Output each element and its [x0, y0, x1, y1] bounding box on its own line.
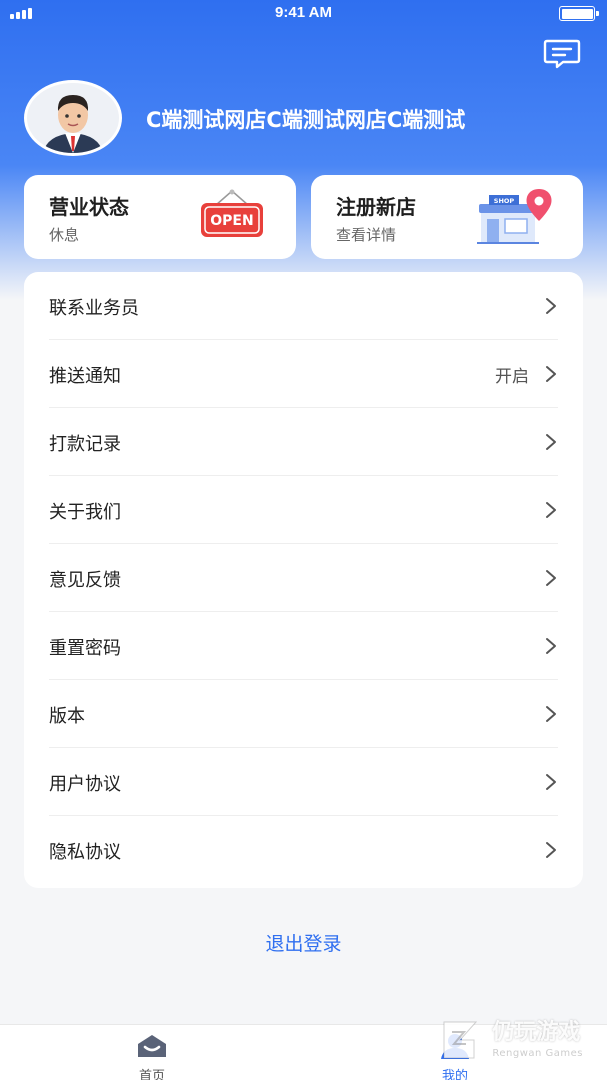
- menu-item-about-us[interactable]: 关于我们: [49, 476, 558, 544]
- watermark-logo-icon: [443, 1021, 478, 1059]
- menu-item-label: 重置密码: [49, 638, 121, 659]
- menu-item-label: 关于我们: [49, 502, 121, 523]
- menu-item-privacy-agreement[interactable]: 隐私协议: [49, 816, 558, 884]
- chevron-right-icon: [546, 434, 556, 450]
- chevron-right-icon: [546, 638, 556, 654]
- menu-item-label: 版本: [49, 706, 85, 727]
- open-sign-text: OPEN: [210, 213, 253, 229]
- menu-item-payment-records[interactable]: 打款记录: [49, 408, 558, 476]
- message-icon[interactable]: [543, 38, 581, 70]
- menu-item-feedback[interactable]: 意见反馈: [49, 544, 558, 612]
- tab-home-label: 首页: [138, 1069, 165, 1080]
- menu-item-contact-salesperson[interactable]: 联系业务员: [49, 272, 558, 340]
- menu-item-label: 联系业务员: [49, 298, 139, 319]
- card-subtitle: 休息: [49, 226, 80, 244]
- shop-pin-icon: SHOP: [477, 187, 553, 251]
- menu-item-user-agreement[interactable]: 用户协议: [49, 748, 558, 816]
- watermark-subtitle: Rengwan Games: [492, 1048, 583, 1059]
- tab-home[interactable]: 首页: [112, 1033, 192, 1080]
- home-icon: [138, 1035, 166, 1057]
- chevron-right-icon: [546, 570, 556, 586]
- business-status-card[interactable]: 营业状态 休息 OPEN: [24, 175, 296, 259]
- watermark-title: 仍玩游戏: [492, 1020, 581, 1045]
- chevron-right-icon: [546, 298, 556, 314]
- card-title: 营业状态: [49, 195, 129, 219]
- card-title: 注册新店: [336, 195, 416, 219]
- menu-item-label: 隐私协议: [49, 842, 121, 863]
- status-bar: 9:41 AM: [0, 0, 607, 28]
- menu-item-label: 打款记录: [49, 434, 121, 455]
- tab-mine-label: 我的: [441, 1069, 468, 1080]
- push-notification-value: 开启: [495, 367, 529, 387]
- chevron-right-icon: [546, 502, 556, 518]
- chevron-right-icon: [546, 774, 556, 790]
- status-time: 9:41 AM: [275, 4, 332, 21]
- menu-item-version[interactable]: 版本: [49, 680, 558, 748]
- settings-menu: 联系业务员 推送通知 开启 打款记录 关于我们 意见反馈 重置密码 版本 用户协…: [24, 272, 583, 888]
- chevron-right-icon: [546, 706, 556, 722]
- menu-item-label: 意见反馈: [49, 570, 121, 591]
- shop-name: C端测试网店C端测试网店C端测试: [146, 108, 466, 132]
- shop-sign-text: SHOP: [494, 197, 515, 205]
- avatar[interactable]: [24, 80, 122, 156]
- card-subtitle: 查看详情: [336, 226, 397, 244]
- chevron-right-icon: [546, 842, 556, 858]
- menu-item-push-notification[interactable]: 推送通知 开启: [49, 340, 558, 408]
- menu-item-label: 用户协议: [49, 774, 121, 795]
- register-shop-card[interactable]: 注册新店 查看详情 SHOP: [311, 175, 583, 259]
- menu-item-reset-password[interactable]: 重置密码: [49, 612, 558, 680]
- watermark: 仍玩游戏 Rengwan Games: [443, 1014, 583, 1059]
- menu-item-label: 推送通知: [49, 366, 121, 387]
- battery-icon: [559, 6, 599, 21]
- logout-button[interactable]: 退出登录: [0, 929, 607, 956]
- open-sign-icon: OPEN: [198, 189, 266, 249]
- chevron-right-icon: [546, 366, 556, 382]
